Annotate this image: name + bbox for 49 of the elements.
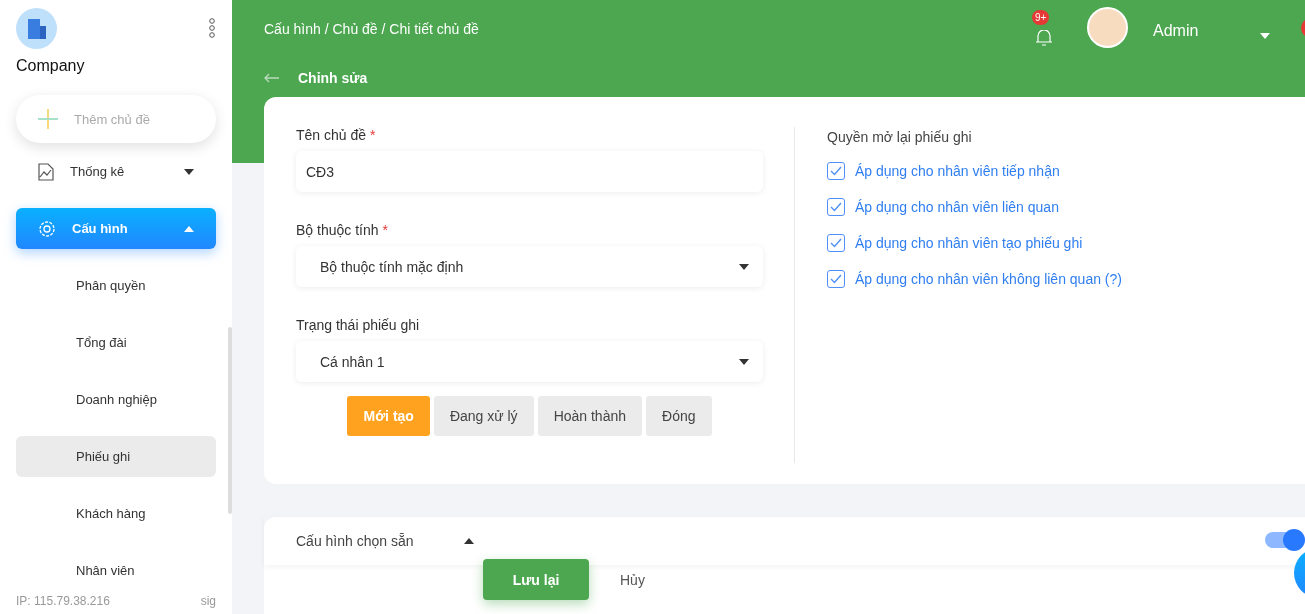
status-tab[interactable]: Đang xử lý xyxy=(433,396,534,436)
chart-icon xyxy=(38,162,54,181)
status-tab[interactable]: Hoàn thành xyxy=(537,396,643,436)
section-title: Quyền mở lại phiếu ghi xyxy=(827,129,973,145)
status-tab[interactable]: Đóng xyxy=(646,396,712,436)
caret-icon xyxy=(463,538,474,544)
select-field[interactable]: Cá nhân 1 xyxy=(296,341,763,382)
checkbox[interactable] xyxy=(827,198,845,216)
sidebar-subitem[interactable]: Doanh nghiệp xyxy=(16,379,216,420)
field-label: Bộ thuộc tính * xyxy=(296,222,389,238)
checkbox[interactable] xyxy=(827,234,845,252)
select-field[interactable]: Bộ thuộc tính mặc định xyxy=(296,246,763,287)
checkbox[interactable] xyxy=(827,270,845,288)
sidebar-subitem[interactable]: Nhân viên xyxy=(16,550,216,591)
more-options-icon[interactable] xyxy=(208,18,216,38)
back-arrow-icon[interactable] xyxy=(264,72,280,83)
sidebar-subitem[interactable]: Khách hàng xyxy=(16,493,216,534)
sidebar-subitem[interactable]: Phiếu ghi xyxy=(16,436,216,477)
field-label: Trạng thái phiếu ghi xyxy=(296,317,421,333)
check-icon xyxy=(830,166,842,176)
check-icon xyxy=(830,202,842,212)
checkbox[interactable] xyxy=(827,162,845,180)
building-icon xyxy=(25,17,48,40)
caret-icon xyxy=(1260,33,1270,39)
footer-text: sig xyxy=(200,594,216,608)
bell-icon[interactable] xyxy=(1034,30,1054,46)
section-title: Cấu hình chọn sẵn xyxy=(296,533,414,549)
check-icon xyxy=(830,274,842,284)
caret-icon xyxy=(739,358,749,365)
input-field[interactable]: CĐ3 xyxy=(296,151,763,192)
breadcrumb: Cấu hình / Chủ đề / Chi tiết chủ đề xyxy=(264,21,479,38)
caret-icon xyxy=(739,263,749,270)
checkbox-label[interactable]: Áp dụng cho nhân viên không liên quan (?) xyxy=(855,271,1122,287)
page-title: Chỉnh sửa xyxy=(298,69,368,86)
checkbox-label[interactable]: Áp dụng cho nhân viên tiếp nhận xyxy=(855,163,1060,179)
caret-icon xyxy=(184,225,194,232)
cancel-button[interactable]: Hủy xyxy=(606,559,659,600)
sidebar-subitem[interactable]: Phân quyền xyxy=(16,265,216,306)
checkbox-label[interactable]: Áp dụng cho nhân viên liên quan xyxy=(855,199,1059,215)
sidebar-subitem[interactable]: Tổng đài xyxy=(16,322,216,363)
settings-icon xyxy=(38,219,56,238)
check-icon xyxy=(830,238,842,248)
caret-icon xyxy=(184,168,194,175)
sidebar-item[interactable]: Thống kê xyxy=(16,151,216,192)
checkbox-label[interactable]: Áp dụng cho nhân viên tạo phiếu ghi xyxy=(855,235,1083,251)
field-label: Tên chủ đề * xyxy=(296,127,377,143)
ip-address: IP: 115.79.38.216 xyxy=(16,594,110,608)
company-name: Company xyxy=(16,57,86,75)
plus-icon xyxy=(38,109,58,129)
